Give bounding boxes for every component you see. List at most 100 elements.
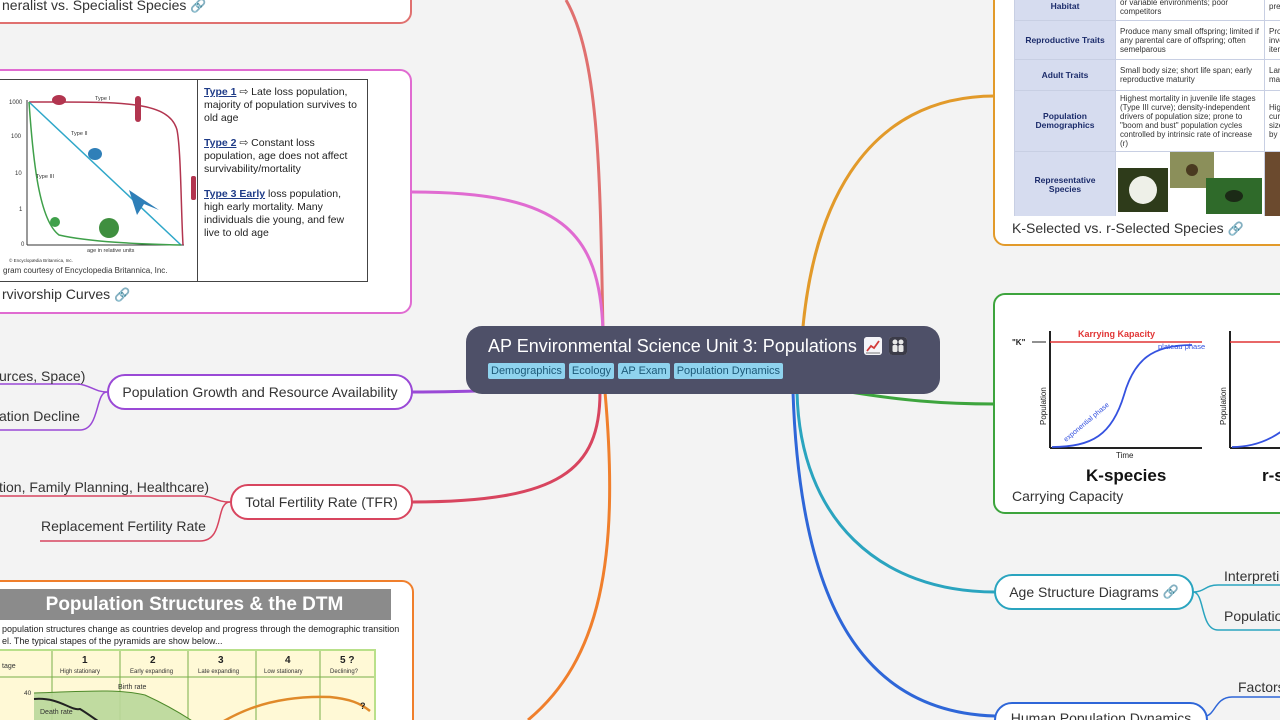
k-marker: "K" (1012, 338, 1026, 347)
survivorship-image: 1000 100 10 1 0 Type I Type II Type III … (0, 79, 368, 282)
type-1-desc: Type 1 ⇨ Late loss population, majority … (204, 86, 362, 125)
carrying-capacity-image: "K" Karrying Kapacity plateau phase expo… (1012, 315, 1280, 485)
stage-2-name: Early expanding (130, 669, 173, 675)
kr-row-adult: Adult Traits Small body size; short life… (1014, 59, 1280, 91)
connector-age (795, 391, 996, 594)
link-icon[interactable]: 🔗 (1228, 221, 1244, 236)
stage-5-name: Declining? (330, 669, 359, 675)
tick-1: 1 (19, 207, 23, 213)
tag-population-dynamics[interactable]: Population Dynamics (673, 363, 784, 379)
leaf-factors[interactable]: Factors (1238, 679, 1280, 695)
central-title: AP Environmental Science Unit 3: Populat… (488, 336, 857, 356)
carrying-capacity-graph: "K" Karrying Kapacity plateau phase expo… (1012, 329, 1280, 485)
topic-k-vs-r-species[interactable]: Habitat or variable environments; poor c… (993, 0, 1280, 246)
kr-row-species: Representative Species (1014, 151, 1280, 216)
tag-ap-exam[interactable]: AP Exam (618, 363, 670, 379)
leaf-replacement-fertility[interactable]: Replacement Fertility Rate (41, 518, 206, 534)
connector-survivorship (411, 190, 605, 333)
kr-species-photos (1115, 151, 1265, 216)
dtm-sub-1: population structures change as countrie… (2, 624, 400, 634)
growth-label: Population Growth and Resource Availabil… (122, 384, 398, 400)
question-mark: ? (360, 701, 366, 711)
type-3-desc: Type 3 Early loss population, high early… (204, 188, 362, 240)
stage-1-name: High stationary (60, 669, 100, 675)
kr-cell-r: Small body size; short life span; early … (1115, 59, 1265, 91)
leaf-tfr-factors[interactable]: tion, Family Planning, Healthcare) (0, 479, 209, 495)
connector-human-leaf1 (1204, 696, 1233, 717)
leaf-growth-resources[interactable]: urces, Space) (0, 368, 85, 384)
k-species-title: K-species (1086, 466, 1166, 485)
carrying-label: Carrying Capacity (1012, 488, 1124, 504)
birth-rate-label: Birth rate (118, 684, 147, 691)
kr-row-head: Reproductive Traits (1014, 20, 1116, 60)
label-type-iii: Type III (36, 174, 55, 180)
tag-demographics[interactable]: Demographics (488, 363, 565, 379)
survivorship-chart: 1000 100 10 1 0 Type I Type II Type III … (3, 95, 196, 275)
connector-age-leaf1 (1192, 584, 1219, 593)
credit-small: © Encyclopædia Britannica, Inc. (9, 257, 73, 263)
topic-population-structures-dtm[interactable]: Population Structures & the DTM populati… (0, 580, 414, 720)
tfr-label: Total Fertility Rate (TFR) (245, 494, 398, 510)
link-icon[interactable]: 🔗 (190, 0, 206, 13)
link-icon[interactable]: 🔗 (114, 287, 130, 302)
survivorship-descriptions: Type 1 ⇨ Late loss population, majority … (204, 86, 362, 240)
kr-row-head: Population Demographics (1014, 90, 1116, 152)
stage-4-name: Low stationary (264, 669, 303, 675)
arrow-icon: ⇨ (239, 86, 249, 98)
stage-4-num: 4 (285, 655, 291, 666)
stage-1-num: 1 (82, 655, 88, 666)
central-topic[interactable]: AP Environmental Science Unit 3: Populat… (466, 326, 940, 394)
kr-row-head: Representative Species (1014, 151, 1116, 216)
topic-carrying-capacity[interactable]: "K" Karrying Kapacity plateau phase expo… (993, 293, 1280, 514)
type-1-term: Type 1 (204, 86, 237, 98)
topic-label-row: neralist vs. Specialist Species 🔗 (2, 0, 207, 14)
topic-population-growth[interactable]: Population Growth and Resource Availabil… (107, 374, 413, 410)
type-3-term: Type 3 Early (204, 188, 266, 200)
species-photos (1118, 152, 1262, 214)
topic-human-population-dynamics[interactable]: Human Population Dynamics (994, 702, 1208, 720)
kr-cell-k: pre (1264, 0, 1280, 21)
topic-survivorship-curves[interactable]: 1000 100 10 1 0 Type I Type II Type III … (0, 69, 412, 314)
bird-silhouette (88, 148, 102, 160)
topic-label-row: rvivorship Curves 🔗 (2, 286, 130, 303)
type-2-desc: Type 2 ⇨ Constant loss population, age d… (204, 137, 362, 176)
r-curve (1231, 431, 1280, 448)
flying-bird-silhouette (129, 190, 159, 215)
tick-0: 0 (21, 242, 25, 248)
kr-row-demographics: Population Demographics Highest mortalit… (1014, 90, 1280, 152)
kr-row-head: Habitat (1014, 0, 1116, 21)
link-icon[interactable]: 🔗 (1163, 584, 1179, 600)
leaf-population-decline[interactable]: ation Decline (0, 408, 80, 424)
r-species-title: r-s (1262, 466, 1280, 485)
dtm-chart: tage 1 High stationary 2 Early expanding… (0, 649, 376, 720)
seedling-silhouette (50, 217, 60, 227)
population-axis-label-r: Population (1219, 387, 1228, 425)
kr-cell-r: Produce many small offspring; limited if… (1115, 20, 1265, 60)
leaf-interpreting[interactable]: Interpreti (1224, 568, 1279, 584)
topic-generalist-specialist[interactable]: neralist vs. Specialist Species 🔗 (0, 0, 412, 24)
x-axis-label: age in relative units (87, 248, 135, 254)
tick-top: 1000 (9, 100, 23, 106)
human-label: Human Population Dynamics (1010, 710, 1192, 720)
tick-100: 100 (11, 134, 22, 140)
connector-human (791, 391, 996, 718)
topic-total-fertility-rate[interactable]: Total Fertility Rate (TFR) (230, 484, 413, 520)
exp-phase-label: exponential phase (1063, 402, 1111, 444)
y-tick-40: 40 (24, 690, 32, 697)
death-rate-label: Death rate (40, 709, 73, 716)
credit: gram courtesy of Encyclopedia Britannica… (3, 266, 168, 275)
central-title-row: AP Environmental Science Unit 3: Populat… (488, 336, 918, 357)
connector-dtm (527, 391, 612, 720)
leaf-population[interactable]: Populatio (1224, 608, 1280, 624)
topic-age-structure-diagrams[interactable]: Age Structure Diagrams 🔗 (994, 574, 1194, 610)
generalist-label: neralist vs. Specialist Species (2, 0, 187, 13)
mindmap-canvas[interactable]: AP Environmental Science Unit 3: Populat… (0, 0, 1280, 720)
stage-5-num: 5 ? (340, 655, 354, 666)
kr-table-image: Habitat or variable environments; poor c… (1014, 0, 1280, 216)
kr-row-habitat: Habitat or variable environments; poor c… (1014, 0, 1280, 21)
stage-3-num: 3 (218, 655, 224, 666)
stage-2-num: 2 (150, 655, 156, 666)
tag-ecology[interactable]: Ecology (568, 363, 615, 379)
family-icon (888, 337, 907, 355)
label-type-ii: Type II (71, 131, 88, 137)
